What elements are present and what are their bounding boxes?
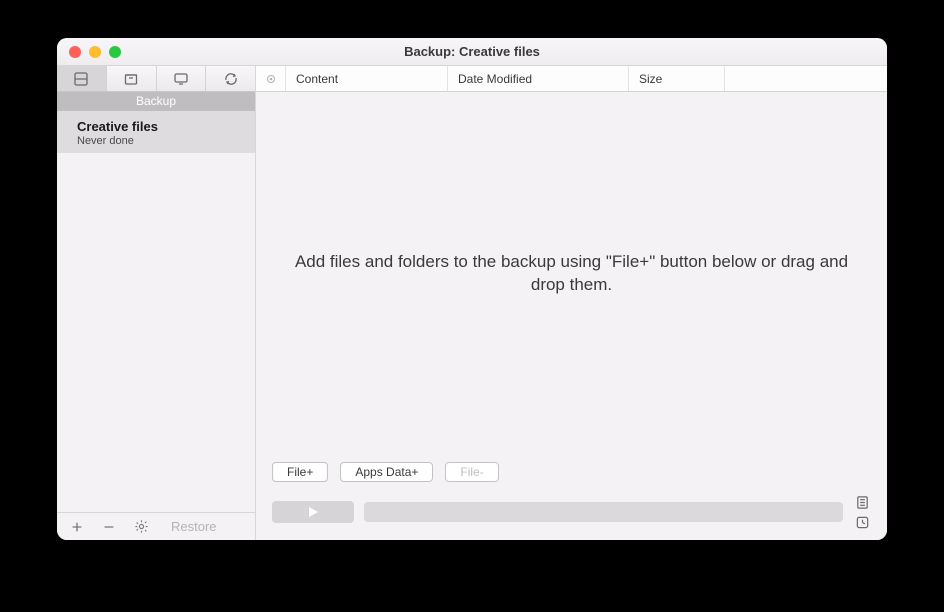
sidebar-footer: Restore	[57, 512, 255, 540]
restore-button[interactable]: Restore	[171, 519, 217, 534]
column-indicator[interactable]	[256, 66, 286, 91]
empty-state-message: Add files and folders to the backup usin…	[286, 251, 857, 297]
view-backups-tab[interactable]	[57, 66, 107, 91]
schedule-icon[interactable]	[853, 514, 871, 530]
backup-item-status: Never done	[77, 135, 243, 147]
column-spacer	[725, 66, 887, 91]
remove-backup-button[interactable]	[101, 520, 117, 534]
sidebar-toolbar	[57, 66, 255, 92]
sidebar: Backup Creative files Never done Restore	[57, 66, 256, 540]
view-sync-tab[interactable]	[206, 66, 255, 91]
add-backup-button[interactable]	[69, 520, 85, 534]
column-content[interactable]: Content	[286, 66, 448, 91]
titlebar[interactable]: Backup: Creative files	[57, 38, 887, 66]
column-date-modified[interactable]: Date Modified	[448, 66, 629, 91]
main-panel: Content Date Modified Size Add files and…	[256, 66, 887, 540]
apps-data-add-button[interactable]: Apps Data+	[340, 462, 433, 482]
log-icon[interactable]	[853, 494, 871, 510]
window-title: Backup: Creative files	[57, 44, 887, 59]
minimize-icon[interactable]	[89, 46, 101, 58]
progress-row	[256, 488, 887, 540]
file-add-button[interactable]: File+	[272, 462, 328, 482]
settings-button[interactable]	[133, 519, 149, 534]
aux-icons	[853, 494, 871, 530]
sidebar-section-header: Backup	[57, 92, 255, 111]
action-button-row: File+ Apps Data+ File-	[256, 456, 887, 488]
column-headers: Content Date Modified Size	[256, 66, 887, 92]
backup-item-name: Creative files	[77, 119, 243, 134]
progress-bar	[364, 502, 843, 522]
view-archive-tab[interactable]	[107, 66, 157, 91]
traffic-lights	[57, 46, 121, 58]
column-size[interactable]: Size	[629, 66, 725, 91]
file-remove-button: File-	[445, 462, 498, 482]
window-body: Backup Creative files Never done Restore	[57, 66, 887, 540]
close-icon[interactable]	[69, 46, 81, 58]
content-area[interactable]: Add files and folders to the backup usin…	[256, 92, 887, 456]
fullscreen-icon[interactable]	[109, 46, 121, 58]
backup-list-item[interactable]: Creative files Never done	[57, 111, 255, 154]
sidebar-spacer	[57, 154, 255, 512]
run-backup-button[interactable]	[272, 501, 354, 523]
view-monitor-tab[interactable]	[157, 66, 207, 91]
app-window: Backup: Creative files Backup Creative	[57, 38, 887, 540]
